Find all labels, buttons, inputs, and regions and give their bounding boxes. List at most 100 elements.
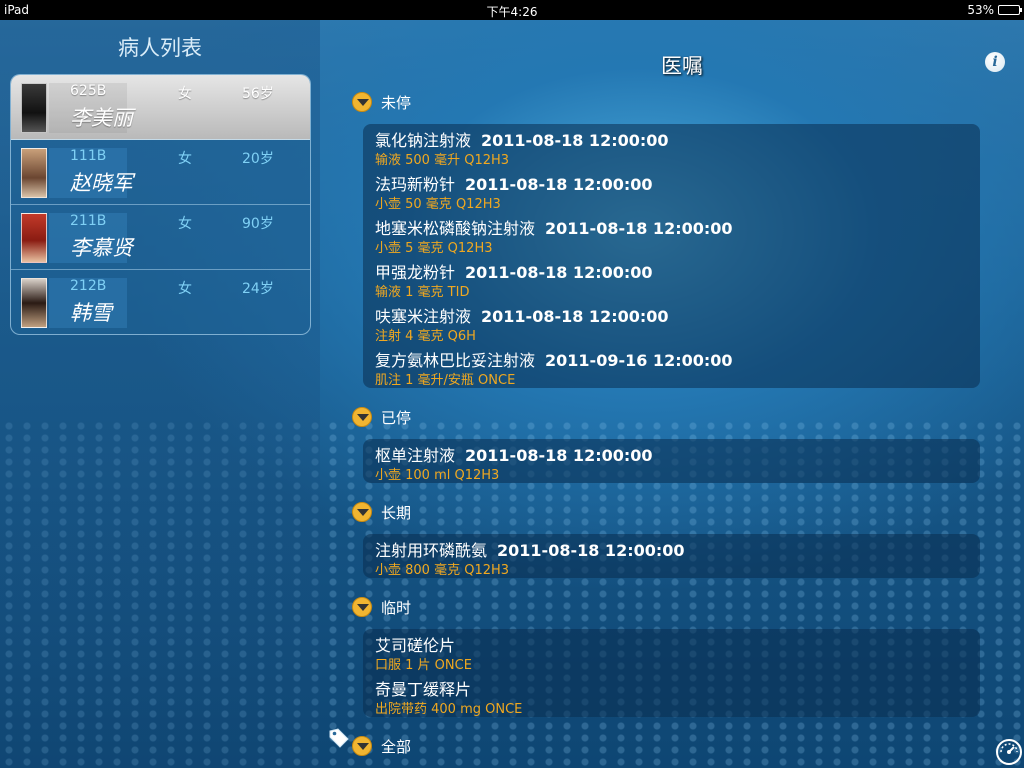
section-label: 长期 — [381, 503, 412, 522]
order-date: 2011-08-18 12:00:00 — [497, 541, 685, 560]
patient-bed: 212B — [70, 278, 107, 294]
orders-card-long-term: 注射用环磷酰氨 2011-08-18 12:00:00 小壶 800 毫克 Q12… — [363, 534, 980, 578]
order-detail: 出院带药 400 mg ONCE — [375, 702, 523, 717]
order-name: 呋塞米注射液 2011-08-18 12:00:00 — [375, 303, 669, 327]
chevron-down-icon[interactable] — [352, 597, 372, 617]
chevron-down-icon[interactable] — [352, 92, 372, 112]
clock: 下午4:26 — [486, 5, 538, 19]
order-detail: 小壶 100 ml Q12H3 — [375, 468, 500, 483]
section-header-long-term[interactable]: 长期 — [352, 501, 411, 523]
order-name: 地塞米松磷酸钠注射液 2011-08-18 12:00:00 — [375, 215, 733, 239]
order-detail: 口服 1 片 ONCE — [375, 658, 472, 673]
order-date: 2011-08-18 12:00:00 — [545, 219, 733, 238]
patient-row[interactable]: 211B 李慕贤 女 90岁 — [11, 205, 310, 270]
patient-avatar — [21, 83, 47, 133]
patient-age: 56岁 — [242, 86, 274, 102]
order-name: 法玛新粉针 2011-08-18 12:00:00 — [375, 171, 653, 195]
patient-row[interactable]: 111B 赵晓军 女 20岁 — [11, 140, 310, 205]
patient-avatar — [21, 148, 47, 198]
patient-age: 90岁 — [242, 216, 274, 232]
section-label: 临时 — [381, 598, 412, 617]
info-icon[interactable]: i — [985, 52, 1005, 72]
patient-avatar — [21, 213, 47, 263]
patient-sex: 女 — [178, 86, 192, 102]
order-detail: 注射 4 毫克 Q6H — [375, 329, 476, 344]
patient-row[interactable]: 212B 韩雪 女 24岁 — [11, 270, 310, 334]
order-detail: 肌注 1 毫升/安瓶 ONCE — [375, 373, 516, 388]
section-label: 已停 — [381, 408, 412, 427]
patient-bed: 211B — [70, 213, 107, 229]
drug-name: 氯化钠注射液 — [375, 131, 472, 150]
order-detail: 小壶 50 毫克 Q12H3 — [375, 197, 501, 212]
orders-title: 医嘱 — [661, 54, 703, 78]
orders-card-active: 氯化钠注射液 2011-08-18 12:00:00 输液 500 毫升 Q12H… — [363, 124, 980, 388]
section-header-all[interactable]: 全部 — [352, 735, 411, 757]
patient-avatar — [21, 278, 47, 328]
order-name: 艾司磋伦片 — [375, 632, 455, 656]
drug-name: 呋塞米注射液 — [375, 307, 472, 326]
patient-sex: 女 — [178, 281, 192, 297]
order-detail: 小壶 800 毫克 Q12H3 — [375, 563, 510, 578]
order-item[interactable]: 奇曼丁缓释片 出院带药 400 mg ONCE — [363, 673, 980, 717]
order-detail: 小壶 5 毫克 Q12H3 — [375, 241, 493, 256]
chevron-down-icon[interactable] — [352, 502, 372, 522]
patient-list: 625B 李美丽 女 56岁 111B 赵晓军 女 20岁 211B 李慕贤 女… — [10, 74, 311, 335]
section-label: 全部 — [381, 737, 412, 756]
drug-name: 奇曼丁缓释片 — [375, 680, 472, 699]
order-item[interactable]: 氯化钠注射液 2011-08-18 12:00:00 输液 500 毫升 Q12H… — [363, 124, 980, 168]
patient-bed: 111B — [70, 148, 107, 164]
patient-row[interactable]: 625B 李美丽 女 56岁 — [11, 75, 310, 140]
order-date: 2011-08-18 12:00:00 — [481, 131, 669, 150]
patient-bed: 625B — [70, 83, 107, 99]
order-detail: 输液 500 毫升 Q12H3 — [375, 153, 510, 168]
order-name: 注射用环磷酰氨 2011-08-18 12:00:00 — [375, 537, 685, 561]
order-item[interactable]: 地塞米松磷酸钠注射液 2011-08-18 12:00:00 小壶 5 毫克 Q1… — [363, 212, 980, 256]
orders-card-stopped: 枢单注射液 2011-08-18 12:00:00 小壶 100 ml Q12H3 — [363, 439, 980, 483]
drug-name: 地塞米松磷酸钠注射液 — [375, 219, 536, 238]
patient-name: 李慕贤 — [70, 236, 133, 260]
patient-list-title: 病人列表 — [118, 36, 202, 60]
order-name: 奇曼丁缓释片 — [375, 676, 471, 700]
chevron-down-icon[interactable] — [352, 736, 372, 756]
drug-name: 甲强龙粉针 — [375, 263, 456, 282]
order-date: 2011-08-18 12:00:00 — [465, 263, 653, 282]
order-name: 复方氨林巴比妥注射液 2011-09-16 12:00:00 — [375, 347, 733, 371]
patient-name: 李美丽 — [70, 106, 133, 130]
section-header-stopped[interactable]: 已停 — [352, 406, 411, 428]
patient-sex: 女 — [178, 151, 192, 167]
order-date: 2011-08-18 12:00:00 — [481, 307, 669, 326]
battery-status: 53% — [967, 3, 1022, 17]
order-item[interactable]: 甲强龙粉针 2011-08-18 12:00:00 输液 1 毫克 TID — [363, 256, 980, 300]
patient-age: 20岁 — [242, 151, 274, 167]
patient-sex: 女 — [178, 216, 192, 232]
chevron-down-icon[interactable] — [352, 407, 372, 427]
drug-name: 艾司磋伦片 — [375, 636, 456, 655]
status-bar: iPad 下午4:26 53% — [0, 0, 1024, 20]
order-item[interactable]: 艾司磋伦片 口服 1 片 ONCE — [363, 629, 980, 673]
patient-age: 24岁 — [242, 281, 274, 297]
order-name: 枢单注射液 2011-08-18 12:00:00 — [375, 442, 653, 466]
battery-percent: 53% — [967, 3, 994, 17]
order-item[interactable]: 法玛新粉针 2011-08-18 12:00:00 小壶 50 毫克 Q12H3 — [363, 168, 980, 212]
drug-name: 法玛新粉针 — [375, 175, 456, 194]
order-item[interactable]: 呋塞米注射液 2011-08-18 12:00:00 注射 4 毫克 Q6H — [363, 300, 980, 344]
order-date: 2011-09-16 12:00:00 — [545, 351, 733, 370]
section-header-active[interactable]: 未停 — [352, 91, 411, 113]
order-detail: 输液 1 毫克 TID — [375, 285, 470, 300]
tag-icon[interactable] — [328, 727, 350, 749]
battery-icon — [998, 5, 1022, 15]
section-label: 未停 — [381, 93, 412, 112]
drug-name: 复方氨林巴比妥注射液 — [375, 351, 536, 370]
order-name: 甲强龙粉针 2011-08-18 12:00:00 — [375, 259, 653, 283]
order-date: 2011-08-18 12:00:00 — [465, 175, 653, 194]
gauge-icon[interactable] — [995, 738, 1023, 766]
order-item[interactable]: 复方氨林巴比妥注射液 2011-09-16 12:00:00 肌注 1 毫升/安瓶… — [363, 344, 980, 388]
patient-name: 赵晓军 — [70, 171, 133, 195]
drug-name: 枢单注射液 — [375, 446, 456, 465]
drug-name: 注射用环磷酰氨 — [375, 541, 488, 560]
patient-name: 韩雪 — [70, 301, 112, 325]
section-header-temporary[interactable]: 临时 — [352, 596, 411, 618]
order-date: 2011-08-18 12:00:00 — [465, 446, 653, 465]
order-item[interactable]: 枢单注射液 2011-08-18 12:00:00 小壶 100 ml Q12H3 — [363, 439, 980, 483]
order-item[interactable]: 注射用环磷酰氨 2011-08-18 12:00:00 小壶 800 毫克 Q12… — [363, 534, 980, 578]
